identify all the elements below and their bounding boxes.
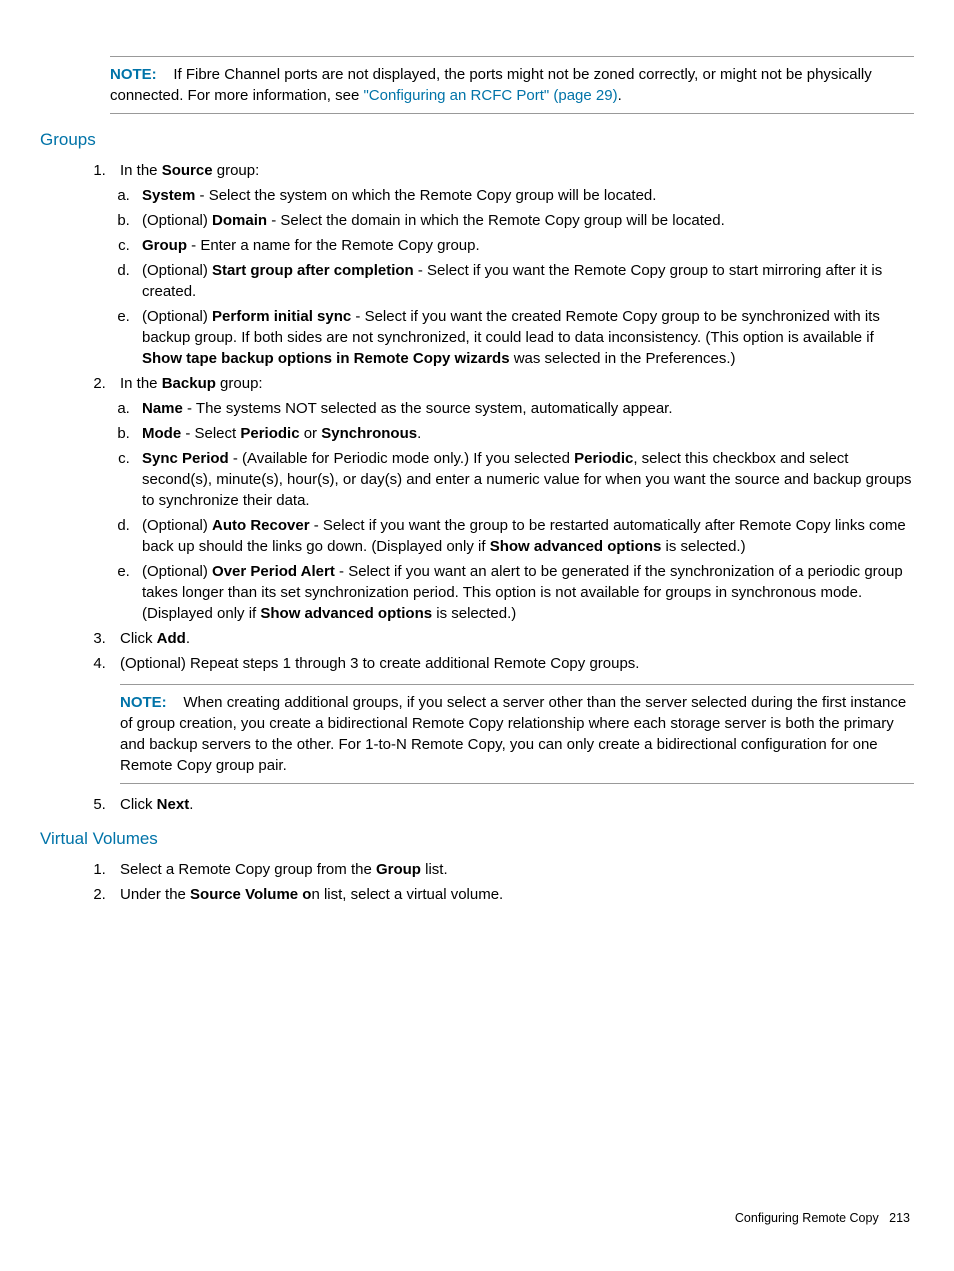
heading-groups: Groups	[40, 128, 914, 152]
link-configuring-rcfc[interactable]: "Configuring an RCFC Port" (page 29)	[363, 87, 617, 104]
note-box-top: NOTE: If Fibre Channel ports are not dis…	[110, 56, 914, 114]
footer-section: Configuring Remote Copy	[735, 1211, 879, 1225]
note-text-inner: When creating additional groups, if you …	[120, 694, 906, 774]
step-2a: Name - The systems NOT selected as the s…	[134, 398, 914, 419]
step-1-substeps: System - Select the system on which the …	[134, 185, 914, 369]
step-1e: (Optional) Perform initial sync - Select…	[134, 306, 914, 369]
step-1: In the Source group: System - Select the…	[110, 160, 914, 369]
step-3: Click Add.	[110, 628, 914, 649]
heading-virtual-volumes: Virtual Volumes	[40, 827, 914, 851]
step-1b: (Optional) Domain - Select the domain in…	[134, 210, 914, 231]
note-label: NOTE:	[110, 66, 157, 83]
page-footer: Configuring Remote Copy 213	[735, 1210, 910, 1228]
step-2: In the Backup group: Name - The systems …	[110, 373, 914, 624]
step-2b: Mode - Select Periodic or Synchronous.	[134, 423, 914, 444]
step-2d: (Optional) Auto Recover - Select if you …	[134, 515, 914, 557]
step-2-substeps: Name - The systems NOT selected as the s…	[134, 398, 914, 624]
step-1a: System - Select the system on which the …	[134, 185, 914, 206]
step-2c: Sync Period - (Available for Periodic mo…	[134, 448, 914, 511]
vv-step-2: Under the Source Volume on list, select …	[110, 884, 914, 905]
vv-step-1: Select a Remote Copy group from the Grou…	[110, 859, 914, 880]
step-1c: Group - Enter a name for the Remote Copy…	[134, 235, 914, 256]
note-box-inner: NOTE: When creating additional groups, i…	[120, 684, 914, 784]
note-text-after: .	[618, 87, 622, 104]
step-5: Click Next.	[110, 794, 914, 815]
step-2e: (Optional) Over Period Alert - Select if…	[134, 561, 914, 624]
step-4: (Optional) Repeat steps 1 through 3 to c…	[110, 653, 914, 784]
vv-steps-list: Select a Remote Copy group from the Grou…	[110, 859, 914, 905]
note-label-inner: NOTE:	[120, 694, 167, 711]
step-1d: (Optional) Start group after completion …	[134, 260, 914, 302]
footer-page-number: 213	[889, 1211, 910, 1225]
groups-steps-list: In the Source group: System - Select the…	[110, 160, 914, 815]
